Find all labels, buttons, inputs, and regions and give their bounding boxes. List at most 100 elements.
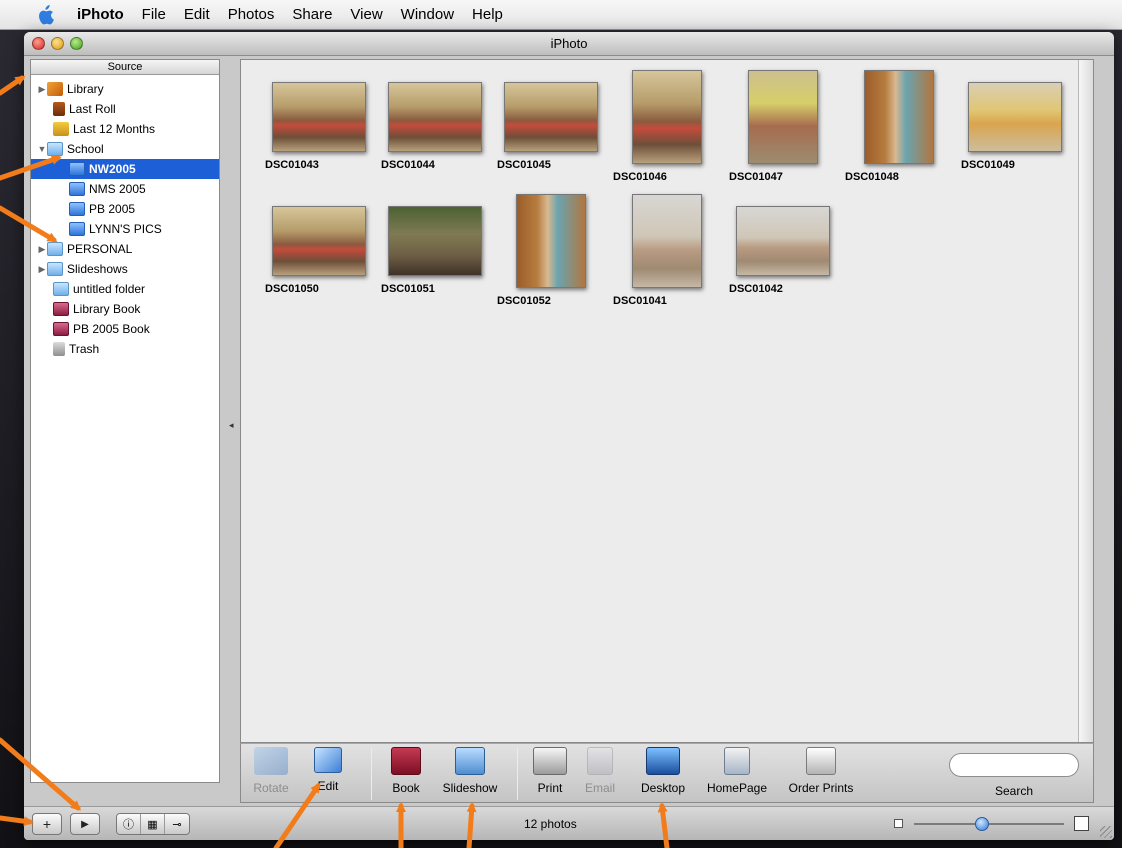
book-icon <box>53 322 69 336</box>
book-button[interactable]: Book <box>379 747 433 795</box>
folder-icon <box>47 142 63 156</box>
book-icon <box>391 747 421 775</box>
photo-thumbnail[interactable]: DSC01042 <box>725 206 840 295</box>
pane-splitter-handle[interactable]: ◂ <box>229 420 235 430</box>
vertical-scrollbar[interactable] <box>1078 60 1093 742</box>
photo-count: 12 photos <box>524 817 577 831</box>
info-view-segmented: ⓘ ▦ ⊸ <box>116 813 190 835</box>
photo-image[interactable] <box>515 194 586 288</box>
photo-image[interactable] <box>271 82 366 152</box>
film-roll-icon <box>53 102 65 116</box>
source-item-nw2005[interactable]: NW2005 <box>31 159 219 179</box>
search-input[interactable] <box>949 753 1079 777</box>
menu-bar: iPhoto File Edit Photos Share View Windo… <box>0 0 1122 30</box>
source-item-last-12-months[interactable]: Last 12 Months <box>31 119 219 139</box>
photo-image[interactable] <box>747 70 818 164</box>
source-item-last-roll[interactable]: Last Roll <box>31 99 219 119</box>
print-button[interactable]: Print <box>525 747 575 795</box>
rotate-button[interactable]: Rotate <box>245 747 297 795</box>
slideshow-button[interactable]: Slideshow <box>435 747 505 795</box>
source-item-slideshows[interactable]: ▶ Slideshows <box>31 259 219 279</box>
source-item-school[interactable]: ▼ School <box>31 139 219 159</box>
disclosure-triangle-icon[interactable]: ▶ <box>37 84 47 95</box>
homepage-button[interactable]: HomePage <box>701 747 773 795</box>
photo-thumbnail[interactable]: DSC01051 <box>377 206 492 295</box>
minimize-button[interactable] <box>51 37 64 50</box>
menu-view[interactable]: View <box>341 6 391 23</box>
source-item-untitled-folder[interactable]: untitled folder <box>31 279 219 299</box>
apple-menu-icon[interactable] <box>36 5 54 25</box>
play-slideshow-button[interactable]: ▶ <box>70 813 100 835</box>
menu-window[interactable]: Window <box>392 6 463 23</box>
photo-thumbnail[interactable]: DSC01048 <box>841 70 956 183</box>
disclosure-triangle-icon[interactable]: ▼ <box>37 144 47 154</box>
source-item-pb-2005[interactable]: PB 2005 <box>31 199 219 219</box>
info-icon[interactable]: ⓘ <box>117 814 141 834</box>
title-bar[interactable]: iPhoto <box>24 32 1114 56</box>
slideshow-icon <box>455 747 485 775</box>
photo-thumbnail[interactable]: DSC01044 <box>377 82 492 171</box>
photo-image[interactable] <box>735 206 830 276</box>
photo-thumbnail[interactable]: DSC01043 <box>261 82 376 171</box>
source-item-label: Slideshows <box>67 262 128 276</box>
source-item-library-book[interactable]: Library Book <box>31 299 219 319</box>
edit-button[interactable]: Edit <box>301 747 355 793</box>
source-item-label: LYNN'S PICS <box>89 222 162 236</box>
slider-track[interactable] <box>914 823 1064 825</box>
desktop-button[interactable]: Desktop <box>629 747 697 795</box>
source-item-label: NMS 2005 <box>89 182 146 196</box>
source-item-lynns-pics[interactable]: LYNN'S PICS <box>31 219 219 239</box>
calendar-grid-icon[interactable]: ▦ <box>141 814 165 834</box>
email-button[interactable]: Email <box>577 747 623 795</box>
photo-image[interactable] <box>967 82 1062 152</box>
menu-help[interactable]: Help <box>463 6 512 23</box>
photo-image[interactable] <box>863 70 934 164</box>
menu-edit[interactable]: Edit <box>175 6 219 23</box>
add-album-button[interactable]: + <box>32 813 62 835</box>
disclosure-triangle-icon[interactable]: ▶ <box>37 264 47 275</box>
source-item-pb-2005-book[interactable]: PB 2005 Book <box>31 319 219 339</box>
homepage-icon <box>724 747 750 775</box>
photo-title: DSC01047 <box>729 171 783 183</box>
close-button[interactable] <box>32 37 45 50</box>
menu-file[interactable]: File <box>133 6 175 23</box>
menu-share[interactable]: Share <box>283 6 341 23</box>
photo-title: DSC01045 <box>497 159 551 171</box>
photo-thumbnail[interactable]: DSC01052 <box>493 194 608 307</box>
source-item-nms-2005[interactable]: NMS 2005 <box>31 179 219 199</box>
menu-app-iphoto[interactable]: iPhoto <box>68 6 133 23</box>
order-prints-button[interactable]: Order Prints <box>777 747 865 795</box>
photo-image[interactable] <box>631 194 702 288</box>
disclosure-triangle-icon[interactable]: ▶ <box>37 244 47 255</box>
desktop-picture-icon <box>646 747 680 775</box>
photo-image[interactable] <box>387 82 482 152</box>
album-icon <box>69 182 85 196</box>
source-item-label: Last 12 Months <box>73 122 156 136</box>
photo-title: DSC01042 <box>729 283 783 295</box>
photo-title: DSC01046 <box>613 171 667 183</box>
zoom-button[interactable] <box>70 37 83 50</box>
source-item-label: PERSONAL <box>67 242 133 256</box>
photo-image[interactable] <box>387 206 482 276</box>
photo-thumbnail[interactable]: DSC01046 <box>609 70 724 183</box>
source-item-trash[interactable]: Trash <box>31 339 219 359</box>
photo-image[interactable] <box>631 70 702 164</box>
photo-thumbnail[interactable]: DSC01045 <box>493 82 608 171</box>
photo-thumbnail[interactable]: DSC01050 <box>261 206 376 295</box>
key-icon[interactable]: ⊸ <box>165 814 189 834</box>
photo-thumbnail[interactable]: DSC01041 <box>609 194 724 307</box>
menu-photos[interactable]: Photos <box>219 6 284 23</box>
window-resize-grip[interactable] <box>1100 826 1112 838</box>
source-item-personal[interactable]: ▶ PERSONAL <box>31 239 219 259</box>
bottom-bar: + ▶ ⓘ ▦ ⊸ 12 photos <box>24 806 1114 840</box>
source-item-library[interactable]: ▶ Library <box>31 79 219 99</box>
window-controls <box>32 37 83 50</box>
photo-image[interactable] <box>271 206 366 276</box>
photo-thumbnail[interactable]: DSC01049 <box>957 82 1072 171</box>
thumbnail-size-slider[interactable] <box>894 815 1094 833</box>
slider-knob[interactable] <box>974 817 989 831</box>
folder-icon <box>47 242 63 256</box>
photo-image[interactable] <box>503 82 598 152</box>
photo-thumbnail[interactable]: DSC01047 <box>725 70 840 183</box>
source-header: Source <box>31 60 219 75</box>
